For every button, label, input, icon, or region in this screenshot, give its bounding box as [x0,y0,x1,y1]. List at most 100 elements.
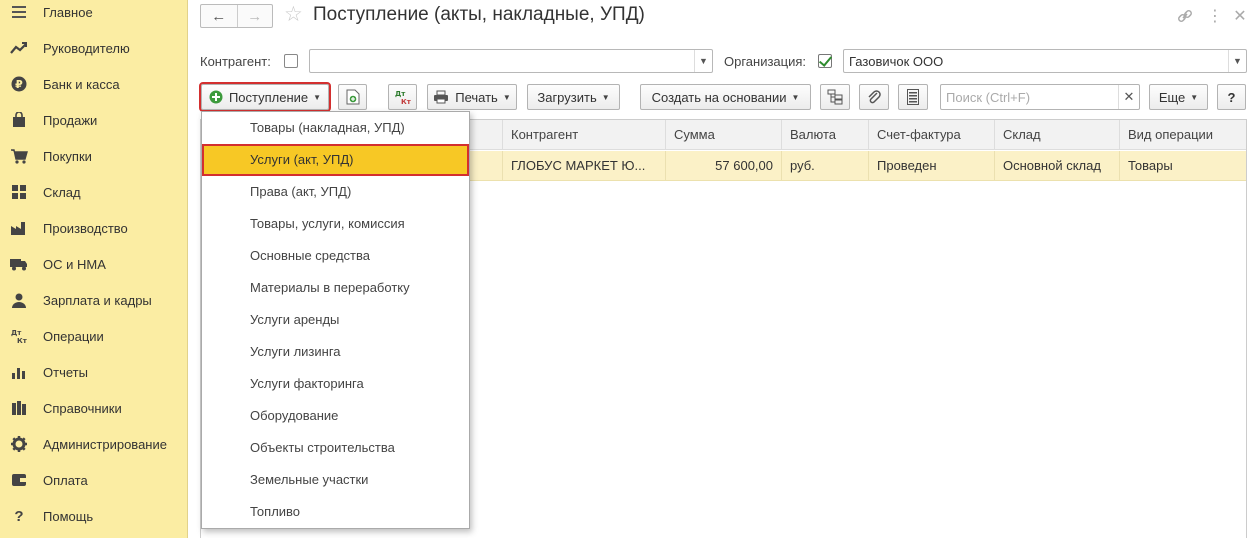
sidebar-item-operations[interactable]: Дт Кт Операции [0,318,188,354]
sidebar-item-salary[interactable]: Зарплата и кадры [0,282,188,318]
column-header[interactable]: Вид операции [1119,120,1246,150]
attach-button[interactable] [859,84,889,110]
chevron-down-icon[interactable]: ▼ [694,50,712,72]
favorite-star-icon[interactable]: ☆ [284,3,303,27]
receipt-button[interactable]: Поступление ▼ [199,82,331,112]
menu-item[interactable]: Земельные участки [202,464,469,496]
cell-invoice: Проведен [868,151,994,181]
list-settings-button[interactable] [898,84,928,110]
menu-item[interactable]: Услуги факторинга [202,368,469,400]
close-icon[interactable]: ✕ [1230,6,1250,26]
sidebar-item-label: Помощь [43,508,94,524]
chevron-down-icon: ▼ [601,92,610,102]
sidebar-item-production[interactable]: Производство [0,210,188,246]
structure-button[interactable] [820,84,850,110]
ruble-icon: ₽ [10,75,28,93]
chevron-down-icon: ▼ [313,92,322,102]
dt-kt-icon: ДтКт [10,327,28,345]
column-header[interactable]: Контрагент [502,120,665,150]
forward-button[interactable]: → [236,5,273,27]
wallet-icon [10,471,28,489]
svg-text:Дт: Дт [395,90,406,98]
menu-item[interactable]: Оборудование [202,400,469,432]
create-based-button[interactable]: Создать на основании ▼ [640,84,811,110]
sidebar-item-label: Администрирование [43,436,167,452]
more-button[interactable]: Еще ▼ [1149,84,1208,110]
help-button[interactable]: ? [1217,84,1246,110]
clear-icon[interactable]: ✕ [1118,85,1139,109]
sidebar-item-label: Производство [43,220,128,236]
hierarchy-icon [827,89,843,105]
sidebar-item-label: Зарплата и кадры [43,292,152,308]
cell-currency: руб. [781,151,868,181]
sidebar-item-sales[interactable]: Продажи [0,102,188,138]
menu-icon [10,3,28,21]
column-header[interactable]: Склад [994,120,1119,150]
factory-icon [10,219,28,237]
sidebar-item-label: Продажи [43,112,98,128]
plus-circle-icon [209,90,223,104]
cell-amount: 57 600,00 [665,151,781,181]
chevron-down-icon: ▼ [791,92,800,102]
contractor-checkbox[interactable] [284,54,298,68]
chevron-down-icon[interactable]: ▼ [1228,50,1246,72]
sidebar-item-label: Покупки [43,148,92,164]
search-input[interactable]: Поиск (Ctrl+F) ✕ [940,84,1140,110]
sidebar-item-bank[interactable]: ₽ Банк и касса [0,66,188,102]
paperclip-icon [868,90,881,104]
copy-button[interactable] [338,84,367,110]
column-header[interactable]: Сумма [665,120,781,150]
menu-item[interactable]: Услуги лизинга [202,336,469,368]
organization-checkbox[interactable] [818,54,832,68]
link-icon[interactable] [1175,6,1195,26]
print-button[interactable]: Печать ▼ [427,84,517,110]
sidebar-item-manager[interactable]: Руководителю [0,30,188,66]
sidebar-item-reports[interactable]: Отчеты [0,354,188,390]
sidebar-item-label: ОС и НМА [43,256,106,272]
sidebar-item-warehouse[interactable]: Склад [0,174,188,210]
organization-label: Организация: [724,54,807,69]
menu-item[interactable]: Материалы в переработку [202,272,469,304]
sidebar-item-help[interactable]: ? Помощь [0,498,188,534]
question-icon: ? [14,507,24,525]
sidebar-item-directories[interactable]: Справочники [0,390,188,426]
sidebar-item-label: Отчеты [43,364,88,380]
menu-item[interactable]: Объекты строительства [202,432,469,464]
contractor-field[interactable]: ▼ [309,49,713,73]
sidebar-item-assets[interactable]: ОС и НМА [0,246,188,282]
column-header[interactable]: Валюта [781,120,868,150]
organization-field[interactable]: Газовичок ООО ▼ [843,49,1247,73]
bar-chart-icon [10,363,28,381]
sidebar-item-main[interactable]: Главное [0,0,188,30]
warehouse-icon [10,183,28,201]
person-icon [10,291,28,309]
menu-item[interactable]: Права (акт, УПД) [202,176,469,208]
cell-operation: Товары [1119,151,1246,181]
sidebar-item-payment[interactable]: Оплата [0,462,188,498]
menu-item[interactable]: Товары (накладная, УПД) [202,112,469,144]
load-button[interactable]: Загрузить ▼ [527,84,620,110]
sidebar-item-label: Банк и касса [43,76,120,92]
nav-buttons: ← → [200,4,273,28]
printer-icon [434,90,449,104]
back-button[interactable]: ← [201,5,237,27]
svg-text:Кт: Кт [17,337,28,344]
menu-item-selected[interactable]: Услуги (акт, УПД) [202,144,469,176]
sidebar-item-admin[interactable]: Администрирование [0,426,188,462]
menu-item[interactable]: Основные средства [202,240,469,272]
column-header[interactable]: Счет-фактура [868,120,994,150]
dt-kt-button[interactable]: Дт Кт [388,84,417,110]
menu-item[interactable]: Товары, услуги, комиссия [202,208,469,240]
arrow-right-icon: → [247,7,263,25]
svg-text:Кт: Кт [401,98,412,105]
menu-item[interactable]: Услуги аренды [202,304,469,336]
sidebar-item-label: Склад [43,184,81,200]
svg-text:Дт: Дт [11,329,22,337]
more-vertical-icon[interactable]: ⋮ [1205,6,1225,26]
cart-icon [10,147,28,165]
svg-text:₽: ₽ [15,78,23,91]
copy-doc-icon [346,89,359,105]
sidebar-item-purchases[interactable]: Покупки [0,138,188,174]
menu-item[interactable]: Топливо [202,496,469,528]
truck-icon [10,255,28,273]
